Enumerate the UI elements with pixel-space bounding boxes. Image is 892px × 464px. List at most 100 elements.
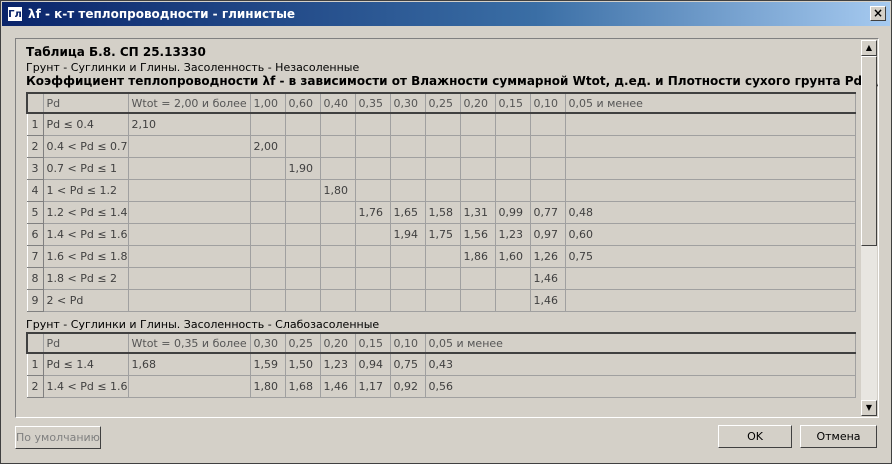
- row-number[interactable]: 6: [26, 223, 44, 246]
- value-cell[interactable]: 0,94: [354, 352, 391, 376]
- value-cell[interactable]: [459, 157, 496, 180]
- value-cell[interactable]: 1,80: [319, 179, 356, 202]
- value-cell[interactable]: [319, 267, 356, 290]
- value-cell[interactable]: 1,31: [459, 201, 496, 224]
- value-cell[interactable]: [424, 267, 461, 290]
- value-cell[interactable]: 0,77: [529, 201, 566, 224]
- value-cell[interactable]: 1,86: [459, 245, 496, 268]
- value-cell[interactable]: 0,75: [564, 245, 856, 268]
- value-cell[interactable]: 1,17: [354, 375, 391, 398]
- value-cell[interactable]: [284, 179, 321, 202]
- column-header[interactable]: 0,20: [459, 92, 496, 114]
- density-range-cell[interactable]: 1.4 < Pd ≤ 1.6: [42, 223, 129, 246]
- row-number[interactable]: 1: [26, 112, 44, 136]
- value-cell[interactable]: [564, 135, 856, 158]
- value-cell[interactable]: [564, 112, 856, 136]
- value-cell[interactable]: [249, 157, 286, 180]
- density-range-cell[interactable]: 0.4 < Pd ≤ 0.7: [42, 135, 129, 158]
- value-cell[interactable]: 1,90: [284, 157, 321, 180]
- value-cell[interactable]: [424, 135, 461, 158]
- density-range-cell[interactable]: 1.2 < Pd ≤ 1.4: [42, 201, 129, 224]
- row-number[interactable]: 7: [26, 245, 44, 268]
- column-header[interactable]: 0,25: [424, 92, 461, 114]
- value-cell[interactable]: 0,92: [389, 375, 426, 398]
- column-header[interactable]: 0,30: [389, 92, 426, 114]
- density-range-cell[interactable]: 1.4 < Pd ≤ 1.6: [42, 375, 129, 398]
- value-cell[interactable]: [249, 179, 286, 202]
- value-cell[interactable]: [564, 179, 856, 202]
- scrollbar-thumb[interactable]: [861, 56, 877, 246]
- default-button[interactable]: По умолчанию: [15, 426, 101, 449]
- value-cell[interactable]: [354, 267, 391, 290]
- value-cell[interactable]: [127, 135, 251, 158]
- density-range-cell[interactable]: Pd ≤ 1.4: [42, 352, 129, 376]
- density-range-cell[interactable]: 1.8 < Pd ≤ 2: [42, 267, 129, 290]
- density-range-cell[interactable]: 2 < Pd: [42, 289, 129, 312]
- value-cell[interactable]: [284, 289, 321, 312]
- value-cell[interactable]: [389, 245, 426, 268]
- column-header[interactable]: 0,15: [354, 332, 391, 354]
- row-number[interactable]: 8: [26, 267, 44, 290]
- column-header[interactable]: 0,25: [284, 332, 321, 354]
- value-cell[interactable]: [354, 112, 391, 136]
- value-cell[interactable]: 0,56: [424, 375, 856, 398]
- value-cell[interactable]: [424, 245, 461, 268]
- value-cell[interactable]: [249, 223, 286, 246]
- row-number[interactable]: 5: [26, 201, 44, 224]
- value-cell[interactable]: [354, 289, 391, 312]
- value-cell[interactable]: [127, 179, 251, 202]
- value-cell[interactable]: 1,80: [249, 375, 286, 398]
- value-cell[interactable]: 1,68: [127, 352, 251, 376]
- value-cell[interactable]: [494, 157, 531, 180]
- value-cell[interactable]: 1,94: [389, 223, 426, 246]
- value-cell[interactable]: [284, 223, 321, 246]
- row-number[interactable]: 1: [26, 352, 44, 376]
- column-header[interactable]: 0,10: [529, 92, 566, 114]
- density-range-cell[interactable]: 1 < Pd ≤ 1.2: [42, 179, 129, 202]
- value-cell[interactable]: [529, 112, 566, 136]
- value-cell[interactable]: [354, 179, 391, 202]
- value-cell[interactable]: [389, 267, 426, 290]
- column-header[interactable]: 0,30: [249, 332, 286, 354]
- value-cell[interactable]: [319, 112, 356, 136]
- value-cell[interactable]: [494, 135, 531, 158]
- value-cell[interactable]: 0,60: [564, 223, 856, 246]
- value-cell[interactable]: [354, 135, 391, 158]
- column-header[interactable]: 0,35: [354, 92, 391, 114]
- column-header[interactable]: 0,40: [319, 92, 356, 114]
- value-cell[interactable]: 1,76: [354, 201, 391, 224]
- close-button[interactable]: ×: [870, 6, 886, 21]
- value-cell[interactable]: [389, 289, 426, 312]
- value-cell[interactable]: [529, 179, 566, 202]
- density-range-cell[interactable]: 0.7 < Pd ≤ 1: [42, 157, 129, 180]
- column-header[interactable]: Wtot = 0,35 и более: [127, 332, 251, 354]
- column-header[interactable]: 0,20: [319, 332, 356, 354]
- value-cell[interactable]: [459, 267, 496, 290]
- value-cell[interactable]: [127, 375, 251, 398]
- value-cell[interactable]: [354, 157, 391, 180]
- value-cell[interactable]: 1,59: [249, 352, 286, 376]
- value-cell[interactable]: 2,00: [249, 135, 286, 158]
- value-cell[interactable]: 0,43: [424, 352, 856, 376]
- column-header[interactable]: Pd: [42, 92, 129, 114]
- value-cell[interactable]: [529, 157, 566, 180]
- value-cell[interactable]: 0,48: [564, 201, 856, 224]
- cancel-button[interactable]: Отмена: [800, 425, 877, 448]
- value-cell[interactable]: [459, 179, 496, 202]
- value-cell[interactable]: [494, 267, 531, 290]
- value-cell[interactable]: [284, 267, 321, 290]
- value-cell[interactable]: [319, 223, 356, 246]
- value-cell[interactable]: [284, 201, 321, 224]
- value-cell[interactable]: [424, 289, 461, 312]
- value-cell[interactable]: [494, 289, 531, 312]
- value-cell[interactable]: [459, 135, 496, 158]
- value-cell[interactable]: [127, 201, 251, 224]
- table-scroll-area[interactable]: Таблица Б.8. СП 25.13330 Грунт - Суглинк…: [15, 38, 879, 418]
- row-number[interactable]: 4: [26, 179, 44, 202]
- row-number[interactable]: 2: [26, 375, 44, 398]
- value-cell[interactable]: 1,26: [529, 245, 566, 268]
- value-cell[interactable]: [249, 112, 286, 136]
- row-number[interactable]: 2: [26, 135, 44, 158]
- value-cell[interactable]: [424, 179, 461, 202]
- value-cell[interactable]: 1,50: [284, 352, 321, 376]
